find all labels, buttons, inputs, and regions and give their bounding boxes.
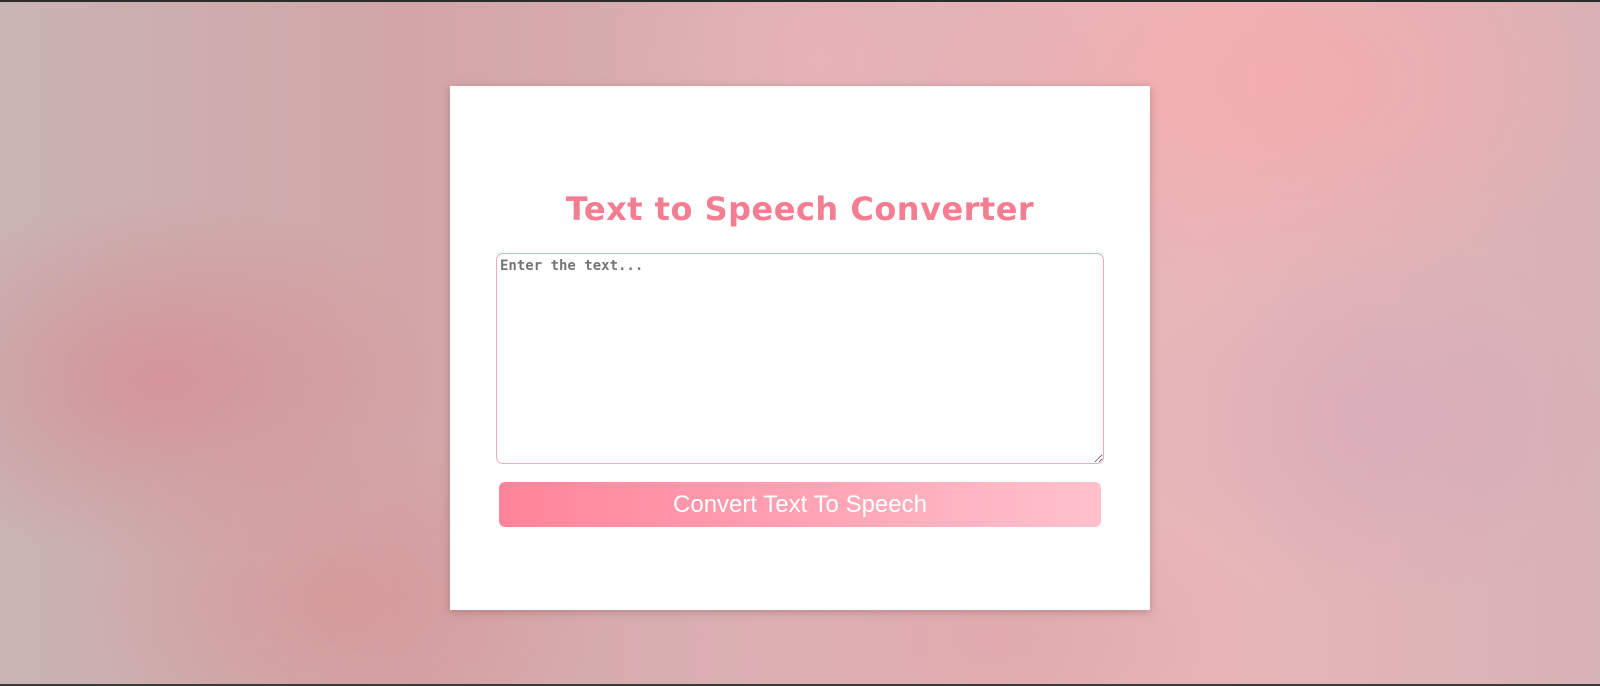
page-title: Text to Speech Converter xyxy=(565,190,1035,228)
window-top-border xyxy=(0,0,1600,2)
converter-card: Text to Speech Converter Convert Text To… xyxy=(450,86,1150,610)
text-input[interactable] xyxy=(496,253,1104,464)
convert-button[interactable]: Convert Text To Speech xyxy=(499,482,1101,527)
